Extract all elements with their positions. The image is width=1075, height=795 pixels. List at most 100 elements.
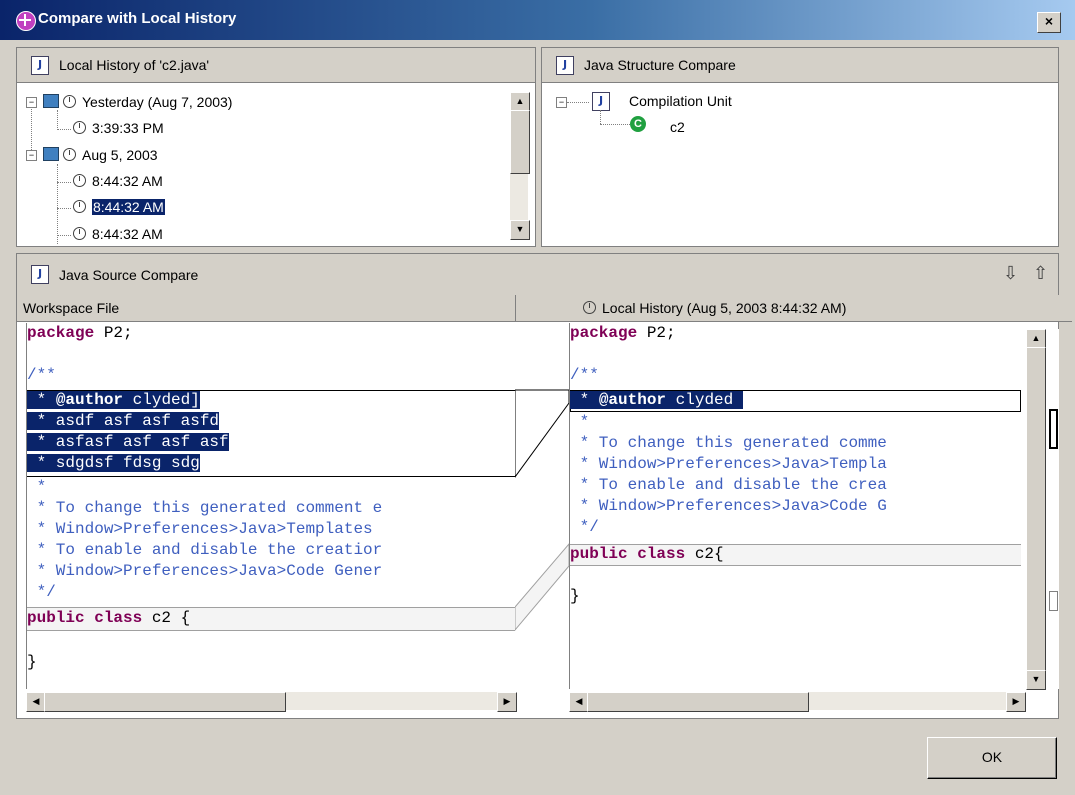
scroll-thumb[interactable] bbox=[510, 110, 530, 174]
collapse-toggle[interactable]: − bbox=[26, 150, 37, 161]
code-line: * Window>Preferences>Java>Templates bbox=[27, 520, 373, 538]
diff-connector bbox=[515, 389, 569, 631]
collapse-toggle[interactable]: − bbox=[26, 97, 37, 108]
next-difference-icon[interactable]: ⇩ bbox=[1003, 263, 1018, 284]
code-line: * @author clyded bbox=[570, 390, 743, 411]
right-column-header: Local History (Aug 5, 2003 8:44:32 AM) bbox=[569, 295, 1072, 322]
code-line: */ bbox=[27, 583, 56, 601]
tree-line bbox=[600, 124, 630, 125]
scroll-right-button[interactable]: ▶ bbox=[1006, 692, 1026, 712]
code-line: * Window>Preferences>Java>Code G bbox=[570, 497, 887, 515]
structure-title: Java Structure Compare bbox=[584, 57, 736, 73]
center-column-header bbox=[515, 295, 571, 322]
code-line: */ bbox=[570, 518, 599, 536]
scroll-thumb[interactable] bbox=[1026, 347, 1046, 672]
java-file-icon: J bbox=[31, 56, 49, 75]
scroll-thumb[interactable] bbox=[587, 692, 809, 712]
scroll-left-button[interactable]: ◀ bbox=[26, 692, 46, 712]
change-marker[interactable] bbox=[1049, 591, 1058, 611]
compilation-unit-node[interactable]: Compilation Unit bbox=[629, 93, 732, 109]
collapse-toggle[interactable]: − bbox=[556, 97, 567, 108]
class-node[interactable]: c2 bbox=[670, 119, 685, 135]
item-label: 8:44:32 AM bbox=[92, 226, 163, 242]
scroll-thumb[interactable] bbox=[44, 692, 286, 712]
clock-icon bbox=[73, 200, 86, 213]
source-vscrollbar[interactable]: ▲ ▼ bbox=[1026, 329, 1046, 690]
code-line: * asfasf asf asf asf bbox=[27, 433, 229, 451]
local-history-editor[interactable]: package P2; /** * @author clyded * * To … bbox=[569, 323, 1024, 689]
window-title: Compare with Local History bbox=[38, 10, 237, 27]
code-line: * To change this generated comment e bbox=[27, 499, 383, 517]
item-label: 3:39:33 PM bbox=[92, 120, 164, 136]
compilation-unit-icon: J bbox=[592, 92, 610, 111]
java-file-icon: J bbox=[556, 56, 574, 75]
clock-icon bbox=[63, 148, 76, 161]
group-label: Yesterday (Aug 7, 2003) bbox=[82, 94, 233, 110]
left-hscrollbar[interactable]: ◀ ▶ bbox=[26, 692, 517, 712]
code-line: * Window>Preferences>Java>Code Gener bbox=[27, 562, 383, 580]
code-line: * To enable and disable the crea bbox=[570, 476, 887, 494]
previous-difference-icon[interactable]: ⇧ bbox=[1033, 263, 1048, 284]
overview-ruler[interactable] bbox=[1047, 329, 1059, 689]
code-line: } bbox=[570, 587, 580, 605]
clock-icon bbox=[73, 227, 86, 240]
calendar-icon bbox=[43, 147, 59, 161]
history-item-selected[interactable]: 8:44:32 AM bbox=[73, 198, 166, 216]
scroll-up-button[interactable]: ▲ bbox=[1026, 329, 1046, 349]
source-title: Java Source Compare bbox=[59, 267, 199, 283]
right-header-label: Local History (Aug 5, 2003 8:44:32 AM) bbox=[602, 300, 847, 316]
right-hscrollbar[interactable]: ◀ ▶ bbox=[569, 692, 1026, 712]
history-group-yesterday[interactable]: Yesterday (Aug 7, 2003) bbox=[43, 93, 232, 110]
history-vscrollbar[interactable]: ▲ ▼ bbox=[510, 92, 530, 240]
close-button[interactable]: × bbox=[1037, 12, 1061, 33]
workspace-editor[interactable]: package P2; /** * @author clyded] * asdf… bbox=[26, 323, 515, 689]
history-item[interactable]: 8:44:32 AM bbox=[73, 226, 163, 242]
tree-line bbox=[57, 182, 71, 183]
code-line: * bbox=[27, 478, 47, 496]
code-line: package P2; bbox=[27, 324, 133, 342]
source-header: J Java Source Compare ⇩ ⇧ bbox=[17, 254, 1058, 296]
change-marker[interactable] bbox=[1049, 409, 1058, 449]
scroll-right-button[interactable]: ▶ bbox=[497, 692, 517, 712]
local-history-header: J Local History of 'c2.java' bbox=[17, 48, 535, 83]
scroll-left-button[interactable]: ◀ bbox=[569, 692, 589, 712]
history-group-aug5[interactable]: Aug 5, 2003 bbox=[43, 146, 158, 163]
java-file-icon: J bbox=[31, 265, 49, 284]
clock-icon bbox=[73, 121, 86, 134]
code-line: * To change this generated comme bbox=[570, 434, 887, 452]
code-line: package P2; bbox=[570, 324, 676, 342]
code-line: * To enable and disable the creatior bbox=[27, 541, 383, 559]
item-label: 8:44:32 AM bbox=[92, 173, 163, 189]
code-line: * asdf asf asf asfd bbox=[27, 412, 220, 430]
code-line: * bbox=[570, 413, 590, 431]
item-label: 8:44:32 AM bbox=[91, 198, 166, 216]
code-line: /** bbox=[570, 366, 599, 384]
structure-header: J Java Structure Compare bbox=[542, 48, 1058, 83]
code-line: * @author clyded] bbox=[27, 391, 200, 409]
tree-line bbox=[57, 129, 71, 130]
tree-line bbox=[600, 110, 601, 124]
history-item[interactable]: 8:44:32 AM bbox=[73, 173, 163, 189]
code-line: * sdgdsf fdsg sdg bbox=[27, 454, 200, 472]
left-column-header: Workspace File bbox=[17, 295, 521, 322]
scroll-down-button[interactable]: ▼ bbox=[510, 220, 530, 240]
tree-line bbox=[57, 235, 71, 236]
scroll-down-button[interactable]: ▼ bbox=[1026, 670, 1046, 690]
clock-icon bbox=[583, 301, 596, 314]
code-line: } bbox=[27, 653, 37, 671]
compare-icon bbox=[16, 11, 36, 31]
code-line: public class c2 { bbox=[27, 609, 191, 627]
scroll-up-button[interactable]: ▲ bbox=[510, 92, 530, 112]
clock-icon bbox=[73, 174, 86, 187]
code-line: public class c2{ bbox=[570, 545, 724, 563]
group-label: Aug 5, 2003 bbox=[82, 147, 158, 163]
title-bar: Compare with Local History × bbox=[0, 0, 1075, 40]
ok-button[interactable]: OK bbox=[927, 737, 1057, 779]
clock-icon bbox=[63, 95, 76, 108]
tree-line bbox=[57, 208, 71, 209]
code-line: * Window>Preferences>Java>Templa bbox=[570, 455, 887, 473]
local-history-pane: J Local History of 'c2.java' − Yesterday… bbox=[16, 47, 536, 247]
tree-line bbox=[57, 110, 58, 130]
history-item[interactable]: 3:39:33 PM bbox=[73, 120, 164, 136]
tree-line bbox=[567, 102, 589, 103]
